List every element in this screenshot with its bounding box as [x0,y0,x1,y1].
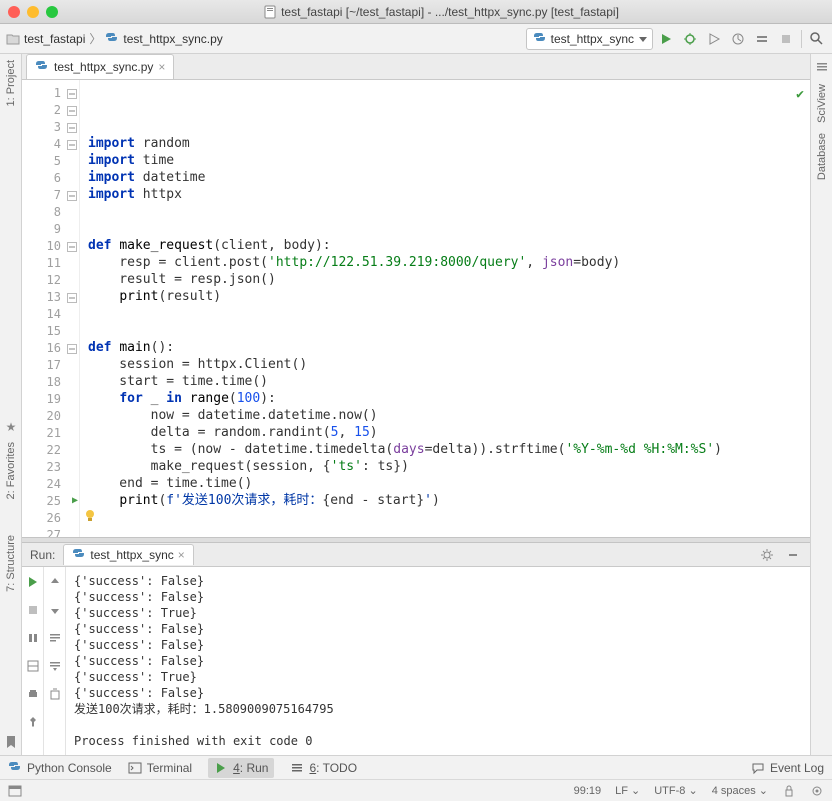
event-log-label: Event Log [770,761,824,775]
run-button[interactable] [657,30,675,48]
chevron-right-icon: 〉 [89,30,101,47]
close-window-button[interactable] [8,6,20,18]
pyfile-icon [72,548,86,562]
profile-button[interactable] [729,30,747,48]
run-toolwindow-label: 4: Run [233,761,268,775]
todo-button[interactable]: 6: TODO [290,761,357,775]
run-toolwindow-button[interactable]: 4: Run [208,758,274,778]
run-tab-label: test_httpx_sync [90,548,173,562]
debug-button[interactable] [681,30,699,48]
check-icon: ✔ [796,86,804,103]
window-icon[interactable] [8,784,22,798]
run-actions-primary [22,567,44,755]
bookmark-icon[interactable] [4,735,18,749]
gear-icon[interactable] [758,546,776,564]
list-icon [290,761,304,775]
scroll-to-end-button[interactable] [46,657,64,675]
clear-button[interactable] [46,685,64,703]
event-log-button[interactable]: Event Log [751,761,824,775]
todo-label: 6: TODO [309,761,357,775]
inspector-icon[interactable] [810,784,824,798]
search-everywhere-button[interactable] [808,30,826,48]
run-config-label: test_httpx_sync [551,32,634,46]
lock-icon[interactable] [782,784,796,798]
run-toolbar [657,30,826,48]
softwrap-button[interactable] [46,629,64,647]
stop-button[interactable] [777,30,795,48]
editor-tabs: test_httpx_sync.py × [22,54,810,80]
terminal-label: Terminal [147,761,192,775]
run-header: Run: test_httpx_sync × [22,543,810,567]
folder-icon [6,32,20,46]
pin-icon[interactable] [24,713,42,731]
close-icon[interactable]: × [178,548,185,562]
editor[interactable]: 1234567891011121314151617181920212223242… [22,80,810,537]
rerun-button[interactable] [24,573,42,591]
pyfile-icon [263,5,277,19]
breadcrumb-file[interactable]: test_httpx_sync.py [123,32,222,46]
close-icon[interactable]: × [158,60,165,74]
main-area: 1: Project test_httpx_sync.py × 12345678… [0,54,832,755]
editor-area: test_httpx_sync.py × 1234567891011121314… [22,54,810,755]
project-tool-button[interactable]: 1: Project [5,60,17,106]
coverage-button[interactable] [705,30,723,48]
up-icon[interactable] [46,573,64,591]
run-tool-window: Run: test_httpx_sync × [22,543,810,755]
down-icon[interactable] [46,601,64,619]
title-bar: test_fastapi [~/test_fastapi] - .../test… [0,0,832,24]
run-title: Run: [30,548,55,562]
pyfile-icon [533,32,547,46]
database-tool-button[interactable]: Database [816,133,828,180]
sciview-tool-button[interactable]: SciView [816,84,828,123]
editor-tab[interactable]: test_httpx_sync.py × [26,54,174,79]
right-toolwindow-strip: SciView Database [810,54,832,755]
run-tab[interactable]: test_httpx_sync × [63,544,193,565]
python-console-button[interactable]: Python Console [8,761,112,775]
terminal-icon [128,761,142,775]
structure-tool-button[interactable]: 7: Structure [5,535,17,592]
left-toolwindow-strip: 1: Project [0,54,22,755]
favorites-tool-button[interactable]: 2: Favorites [5,442,17,499]
gutter[interactable]: 1234567891011121314151617181920212223242… [22,80,80,537]
expand-icon[interactable] [815,60,829,74]
star-icon[interactable]: ★ [6,420,17,434]
layout-button[interactable] [24,657,42,675]
pyfile-icon [35,60,49,74]
window-title-text: test_fastapi [~/test_fastapi] - .../test… [281,5,619,19]
indent[interactable]: 4 spaces ⌄ [712,784,768,797]
pyfile-icon [105,32,119,46]
stop-button[interactable] [24,601,42,619]
line-separator[interactable]: LF ⌄ [615,784,640,797]
hide-button[interactable] [784,546,802,564]
encoding[interactable]: UTF-8 ⌄ [654,784,697,797]
run-config-selector[interactable]: test_httpx_sync [526,28,653,50]
zoom-window-button[interactable] [46,6,58,18]
bottom-toolwindow-bar: Python Console Terminal 4: Run 6: TODO E… [0,755,832,779]
attach-button[interactable] [753,30,771,48]
window-controls [8,6,58,18]
window-title: test_fastapi [~/test_fastapi] - .../test… [58,5,824,19]
editor-tab-label: test_httpx_sync.py [54,60,153,74]
pause-button[interactable] [24,629,42,647]
status-bar: 99:19 LF ⌄ UTF-8 ⌄ 4 spaces ⌄ [0,779,832,801]
bubble-icon [751,761,765,775]
play-icon [214,761,228,775]
breadcrumb: test_fastapi 〉 test_httpx_sync.py [6,30,522,47]
terminal-button[interactable]: Terminal [128,761,192,775]
navigation-bar: test_fastapi 〉 test_httpx_sync.py test_h… [0,24,832,54]
run-output[interactable]: {'success': False} {'success': False} {'… [66,567,810,755]
caret-position[interactable]: 99:19 [574,785,602,797]
code-content[interactable]: ✔ import randomimport timeimport datetim… [80,80,810,537]
run-body: {'success': False} {'success': False} {'… [22,567,810,755]
print-button[interactable] [24,685,42,703]
python-console-label: Python Console [27,761,112,775]
run-actions-secondary [44,567,66,755]
minimize-window-button[interactable] [27,6,39,18]
python-icon [8,761,22,775]
breadcrumb-project[interactable]: test_fastapi [24,32,85,46]
